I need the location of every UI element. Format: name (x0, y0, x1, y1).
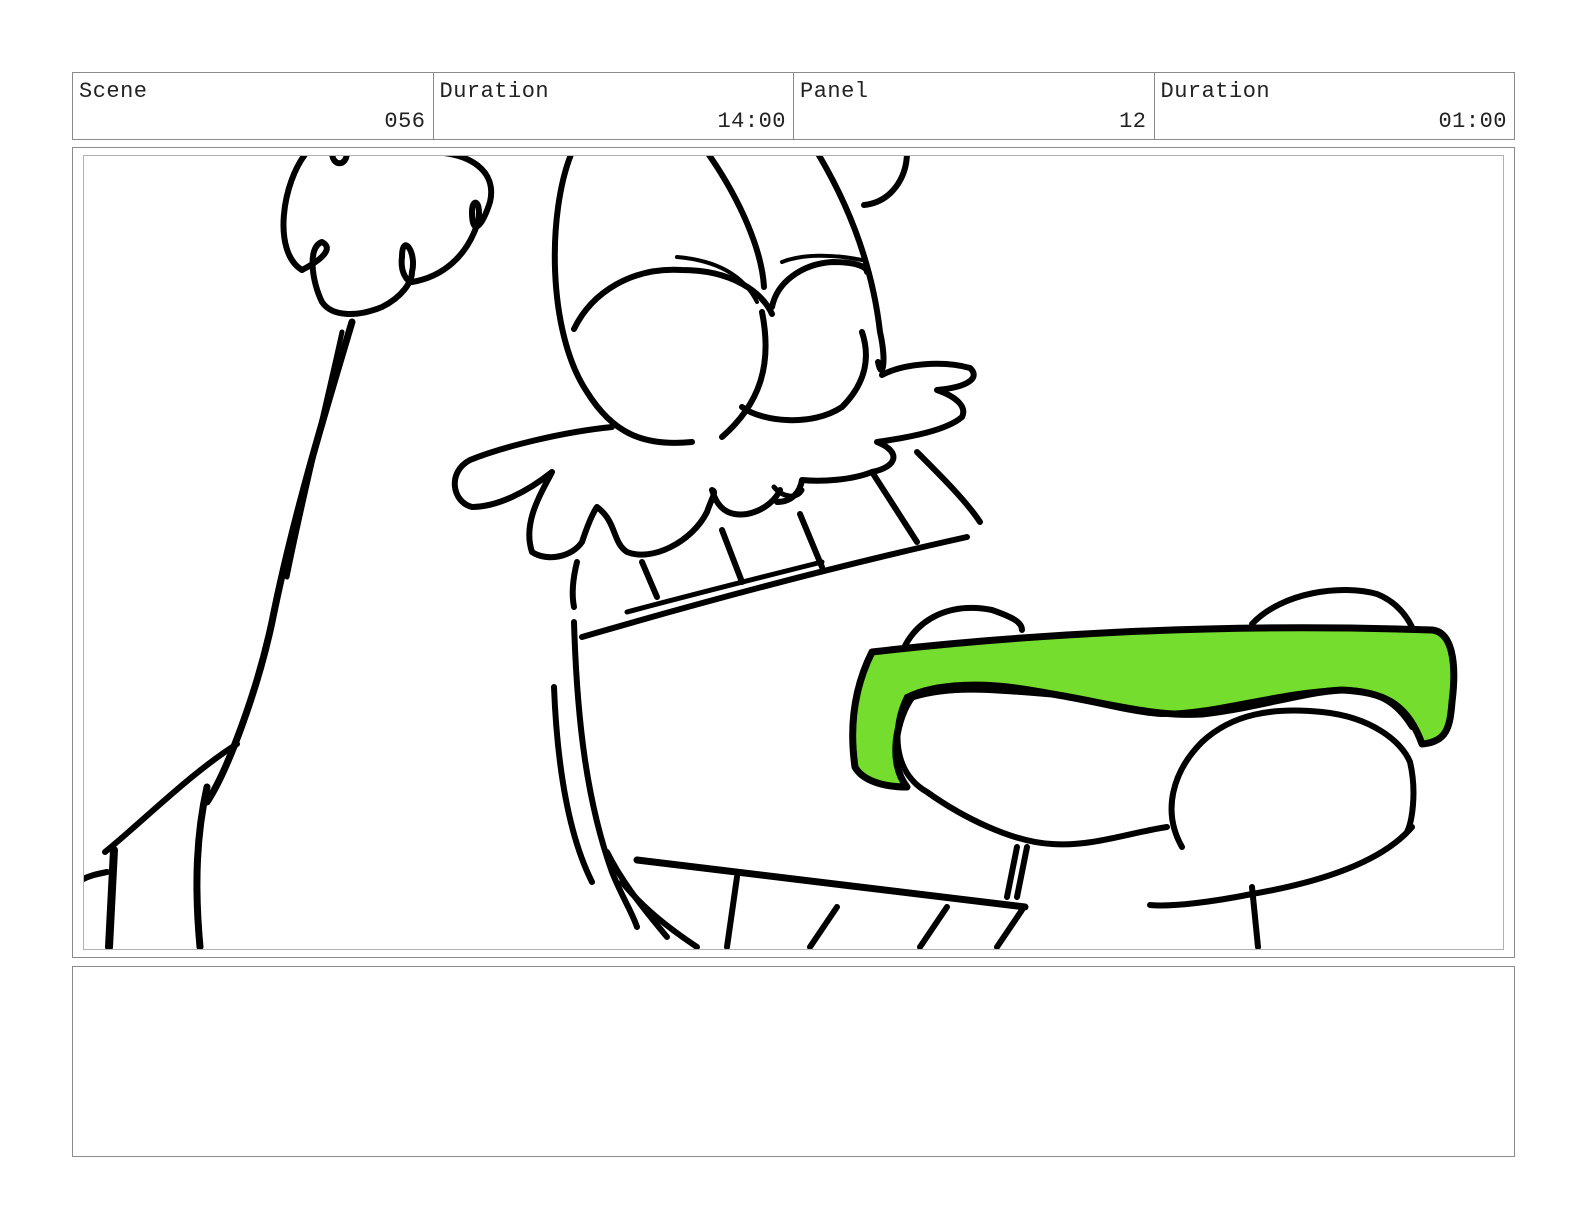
panel-value: 12 (1119, 109, 1147, 134)
scene-duration-label: Duration (439, 79, 550, 104)
storyboard-frame (72, 147, 1515, 958)
panel-label: Panel (800, 79, 869, 104)
panel-duration-cell: Duration 01:00 (1155, 73, 1515, 139)
panel-duration-label: Duration (1160, 79, 1271, 104)
scene-duration-cell: Duration 14:00 (434, 73, 794, 139)
panel-duration-value: 01:00 (1438, 109, 1507, 134)
scene-value: 056 (384, 109, 426, 134)
scene-label: Scene (79, 79, 148, 104)
storyboard-sketch (84, 156, 1458, 949)
panel-cell: Panel 12 (794, 73, 1155, 139)
notes-box[interactable] (72, 966, 1515, 1157)
panel-header: Scene 056 Duration 14:00 Panel 12 Durati… (72, 72, 1515, 140)
scene-duration-value: 14:00 (717, 109, 786, 134)
storyboard-image (83, 155, 1504, 950)
scene-cell: Scene 056 (73, 73, 434, 139)
